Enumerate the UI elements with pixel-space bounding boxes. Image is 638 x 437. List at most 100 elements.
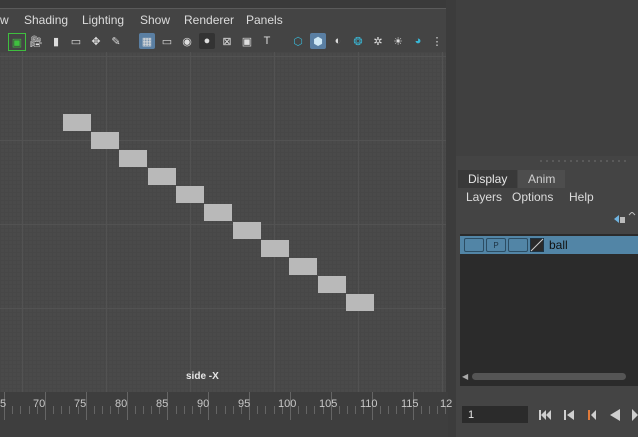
pane-separator[interactable]: [456, 156, 638, 170]
grease-pencil-icon[interactable]: ✎: [108, 33, 124, 49]
time-tick: [421, 406, 422, 414]
toolbar-overflow-icon[interactable]: ⋮: [432, 33, 443, 49]
panel-top-strip: [0, 0, 448, 9]
viewport-menubar: w Shading Lighting Show Renderer Panels: [0, 10, 448, 32]
scrollbar-thumb[interactable]: [472, 373, 626, 380]
visibility-toggle[interactable]: [464, 238, 484, 252]
shadows-icon[interactable]: ◕: [410, 33, 426, 49]
time-tick: [102, 406, 103, 414]
tab-display[interactable]: Display: [458, 170, 518, 188]
layer-color-swatch-icon[interactable]: [530, 238, 544, 252]
current-frame-field[interactable]: [462, 406, 528, 423]
ball-ghost-frame: [346, 294, 374, 311]
step-back-frame-icon[interactable]: [584, 408, 598, 422]
smooth-shade-icon[interactable]: ⬢: [310, 33, 326, 49]
time-tick: [69, 406, 70, 414]
playback-controls: [456, 392, 638, 437]
time-tick: [314, 406, 315, 414]
go-to-start-icon[interactable]: [538, 408, 552, 422]
frame-label: 100: [278, 398, 297, 410]
menu-layers[interactable]: Layers: [466, 190, 502, 204]
frame-label: 95: [238, 398, 251, 410]
layer-list-scrollbar[interactable]: ◀: [460, 370, 638, 382]
camera-icon[interactable]: 🎥︎: [28, 33, 44, 49]
time-tick: [53, 406, 54, 414]
frame-label: 90: [197, 398, 210, 410]
reference-toggle[interactable]: [508, 238, 528, 252]
time-tick: [339, 406, 340, 414]
grid-icon[interactable]: ▦: [139, 33, 155, 49]
film-gate-icon[interactable]: ▭: [159, 33, 175, 49]
time-tick: [192, 406, 193, 414]
time-tick: [257, 406, 258, 414]
menu-renderer[interactable]: Renderer: [184, 13, 234, 27]
menu-panels[interactable]: Panels: [246, 13, 283, 27]
menu-help[interactable]: Help: [569, 190, 594, 204]
time-tick: [143, 406, 144, 414]
menu-lighting[interactable]: Lighting: [82, 13, 124, 27]
time-tick: [176, 406, 177, 414]
scroll-left-icon[interactable]: ◀: [462, 372, 468, 381]
default-material-icon[interactable]: ◐: [330, 33, 346, 49]
time-tick: [135, 406, 136, 414]
viewport-toolbar: ▣ 🎥︎ ▮ ▭ ✥ ✎ ▦ ▭ ◉ ● ⊠ ▣ T ⬡ ⬢ ◐ ❂ ✲ ☀ ◕…: [0, 30, 448, 52]
create-layer-icon[interactable]: [612, 212, 636, 226]
frame-label: 80: [115, 398, 128, 410]
time-tick: [355, 406, 356, 414]
channel-box-area: [456, 0, 638, 156]
image-plane-icon[interactable]: ▭: [68, 33, 84, 49]
ball-ghost-frame: [63, 114, 91, 131]
menu-view[interactable]: w: [0, 13, 9, 27]
time-tick: [151, 406, 152, 414]
camera-attributes-icon[interactable]: ▣: [8, 33, 26, 51]
ball-ghost-frame: [204, 204, 232, 221]
time-tick: [380, 406, 381, 414]
menu-show[interactable]: Show: [140, 13, 170, 27]
ball-ghost-frame: [119, 150, 147, 167]
frame-label: 105: [319, 398, 338, 410]
layer-row-ball[interactable]: P ball: [460, 236, 638, 254]
menu-shading[interactable]: Shading: [24, 13, 68, 27]
layer-list: P ball ◀: [460, 234, 638, 386]
play-forwards-icon[interactable]: [630, 408, 638, 422]
ball-ghost-frame: [91, 132, 119, 149]
time-tick: [437, 406, 438, 414]
field-chart-icon[interactable]: ⊠: [219, 33, 235, 49]
time-tick: [225, 406, 226, 414]
ball-ghost-frame: [176, 186, 204, 203]
layer-name[interactable]: ball: [549, 238, 568, 252]
step-back-key-icon[interactable]: [562, 408, 576, 422]
time-tick: [94, 406, 95, 414]
pan-zoom-icon[interactable]: ✥: [88, 33, 104, 49]
time-slider[interactable]: 5 70 75 80 85 90 95 100 105 110 115 12: [0, 392, 452, 437]
time-tick: [233, 406, 234, 414]
time-tick: [29, 406, 30, 414]
safe-action-icon[interactable]: ▣: [239, 33, 255, 49]
frame-label: 70: [33, 398, 46, 410]
frame-label: 12: [440, 398, 453, 410]
menu-options[interactable]: Options: [512, 190, 553, 204]
light-bulb-icon[interactable]: ☀: [390, 33, 406, 49]
textured-icon[interactable]: ❂: [350, 33, 366, 49]
gate-mask-icon[interactable]: ●: [199, 33, 215, 49]
playback-toggle[interactable]: P: [486, 238, 506, 252]
frame-label: 85: [156, 398, 169, 410]
time-tick: [298, 406, 299, 414]
viewport-side[interactable]: side -X: [0, 52, 446, 392]
ball-ghost-frame: [318, 276, 346, 293]
tab-anim[interactable]: Anim: [518, 170, 566, 188]
resolution-gate-icon[interactable]: ◉: [179, 33, 195, 49]
time-tick: [265, 406, 266, 414]
time-tick: [388, 406, 389, 414]
safe-title-icon[interactable]: T: [259, 33, 275, 49]
lighting-icon[interactable]: ✲: [370, 33, 386, 49]
play-backwards-icon[interactable]: [608, 408, 622, 422]
ball-ghost-frame: [261, 240, 289, 257]
panel-splitter[interactable]: [446, 0, 456, 437]
wireframe-icon[interactable]: ⬡: [290, 33, 306, 49]
time-tick: [20, 406, 21, 414]
bookmark-icon[interactable]: ▮: [48, 33, 64, 49]
ball-ghost-frame: [148, 168, 176, 185]
time-tick: [184, 406, 185, 414]
frame-label: 75: [74, 398, 87, 410]
